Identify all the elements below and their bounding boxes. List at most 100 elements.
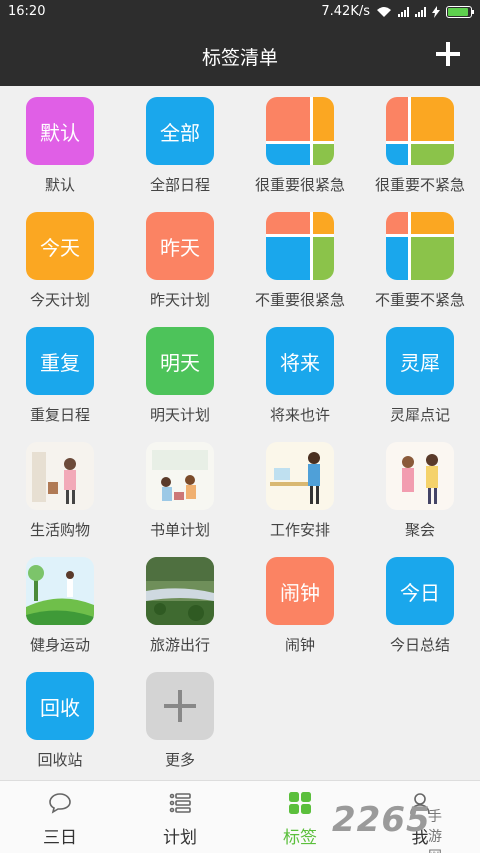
tag-tile-text: 今天 xyxy=(40,235,80,260)
tag-item[interactable]: 闹钟 闹钟 xyxy=(240,546,360,661)
quadrant-bl xyxy=(266,237,310,280)
tag-tile-text: 闹钟 xyxy=(280,580,320,605)
battery-icon xyxy=(446,5,474,18)
quadrant-bl xyxy=(386,144,408,165)
tag-item[interactable]: 生活购物 xyxy=(0,431,120,546)
tag-item[interactable]: 健身运动 xyxy=(0,546,120,661)
tag-label: 昨天计划 xyxy=(149,291,210,309)
watermark-logo: 2265手游网 xyxy=(332,800,443,853)
tag-item[interactable]: 今日 今日总结 xyxy=(360,546,480,661)
quadrant-br xyxy=(411,144,454,165)
priority-quadrant-icon[interactable] xyxy=(386,97,454,165)
tag-tile[interactable]: 昨天 xyxy=(146,212,214,280)
tag-item[interactable]: 默认 默认 xyxy=(0,86,120,201)
quadrant-tr xyxy=(411,97,454,141)
tag-item[interactable]: 重复 重复日程 xyxy=(0,316,120,431)
tag-tile-text: 灵犀 xyxy=(400,350,440,375)
tag-tile-text: 昨天 xyxy=(160,235,200,260)
tag-tile[interactable]: 今日 xyxy=(386,557,454,625)
more-button[interactable] xyxy=(146,672,214,740)
tag-item[interactable]: 很重要不紧急 xyxy=(360,86,480,201)
tag-label: 今日总结 xyxy=(389,636,450,654)
tag-tile[interactable]: 闹钟 xyxy=(266,557,334,625)
priority-quadrant-icon[interactable] xyxy=(266,212,334,280)
charging-icon xyxy=(432,5,440,18)
tag-label: 生活购物 xyxy=(29,521,90,539)
plus-icon xyxy=(146,672,214,740)
tag-label: 很重要很紧急 xyxy=(254,176,345,194)
tag-tile-text: 全部 xyxy=(160,120,200,145)
status-time: 16:20 xyxy=(8,4,46,19)
fitness-illustration[interactable] xyxy=(26,557,94,625)
quadrant-tr xyxy=(313,97,334,141)
tag-item[interactable]: 今天 今天计划 xyxy=(0,201,120,316)
tag-label: 书单计划 xyxy=(149,521,210,539)
quadrant-bl xyxy=(266,144,310,165)
tag-label: 很重要不紧急 xyxy=(374,176,465,194)
quadrant-tr xyxy=(411,212,454,234)
tab-0[interactable]: 三日 xyxy=(0,781,120,853)
tag-label: 默认 xyxy=(44,176,75,194)
tag-item[interactable]: 很重要很紧急 xyxy=(240,86,360,201)
status-bar: 16:20 7.42K/s xyxy=(0,0,480,24)
quadrant-br xyxy=(313,237,334,280)
tag-label: 明天计划 xyxy=(149,406,210,424)
tag-tile-text: 重复 xyxy=(40,350,80,375)
tag-label: 工作安排 xyxy=(269,521,330,539)
tag-label: 旅游出行 xyxy=(149,636,210,654)
tag-label: 不重要很紧急 xyxy=(254,291,345,309)
signal-icon-2 xyxy=(415,6,426,17)
tag-label: 闹钟 xyxy=(284,636,315,654)
wifi-icon xyxy=(377,6,391,17)
tag-item[interactable]: 灵犀 灵犀点记 xyxy=(360,316,480,431)
tag-item[interactable]: 全部 全部日程 xyxy=(120,86,240,201)
quadrant-br xyxy=(313,144,334,165)
tag-tile[interactable]: 重复 xyxy=(26,327,94,395)
office-illustration[interactable] xyxy=(266,442,334,510)
tag-tile[interactable]: 将来 xyxy=(266,327,334,395)
tag-tile[interactable]: 今天 xyxy=(26,212,94,280)
page-title: 标签清单 xyxy=(201,47,278,69)
chat-bubble-icon xyxy=(48,791,72,815)
network-speed: 7.42K/s xyxy=(321,4,370,19)
tag-item[interactable]: 不重要很紧急 xyxy=(240,201,360,316)
add-tag-button[interactable] xyxy=(430,36,466,72)
tag-item[interactable]: 昨天 昨天计划 xyxy=(120,201,240,316)
tag-label: 健身运动 xyxy=(29,636,90,654)
quadrant-tr xyxy=(313,212,334,234)
tag-tile-text: 将来 xyxy=(280,350,320,375)
tag-item[interactable]: 明天 明天计划 xyxy=(120,316,240,431)
tag-item[interactable]: 书单计划 xyxy=(120,431,240,546)
tag-label: 回收站 xyxy=(37,751,83,769)
tag-tile[interactable]: 明天 xyxy=(146,327,214,395)
tag-item[interactable]: 聚会 xyxy=(360,431,480,546)
tag-item[interactable]: 不重要不紧急 xyxy=(360,201,480,316)
signal-icon xyxy=(398,6,409,17)
priority-quadrant-icon[interactable] xyxy=(386,212,454,280)
shopping-illustration[interactable] xyxy=(26,442,94,510)
tag-item[interactable]: 旅游出行 xyxy=(120,546,240,661)
tag-tile[interactable]: 默认 xyxy=(26,97,94,165)
party-illustration[interactable] xyxy=(386,442,454,510)
tag-item[interactable]: 回收 回收站 xyxy=(0,661,120,776)
reading-illustration[interactable] xyxy=(146,442,214,510)
tag-label: 今天计划 xyxy=(29,291,90,309)
travel-photo[interactable] xyxy=(146,557,214,625)
quadrant-tl xyxy=(266,97,310,141)
tag-tile[interactable]: 灵犀 xyxy=(386,327,454,395)
tag-tile[interactable]: 回收 xyxy=(26,672,94,740)
tag-tile-text: 默认 xyxy=(40,120,80,145)
tag-label: 重复日程 xyxy=(29,406,90,424)
tab-1[interactable]: 计划 xyxy=(120,781,240,853)
tag-label: 全部日程 xyxy=(149,176,210,194)
tag-item[interactable]: 更多 xyxy=(120,661,240,776)
tag-item[interactable]: 将来 将来也许 xyxy=(240,316,360,431)
tag-item[interactable]: 工作安排 xyxy=(240,431,360,546)
tag-tile-text: 明天 xyxy=(160,350,200,375)
tag-tile-text: 今日 xyxy=(400,580,440,605)
tab-label: 三日 xyxy=(43,828,77,848)
tag-tile[interactable]: 全部 xyxy=(146,97,214,165)
tag-label: 灵犀点记 xyxy=(389,406,450,424)
tab-label: 计划 xyxy=(163,828,197,848)
priority-quadrant-icon[interactable] xyxy=(266,97,334,165)
